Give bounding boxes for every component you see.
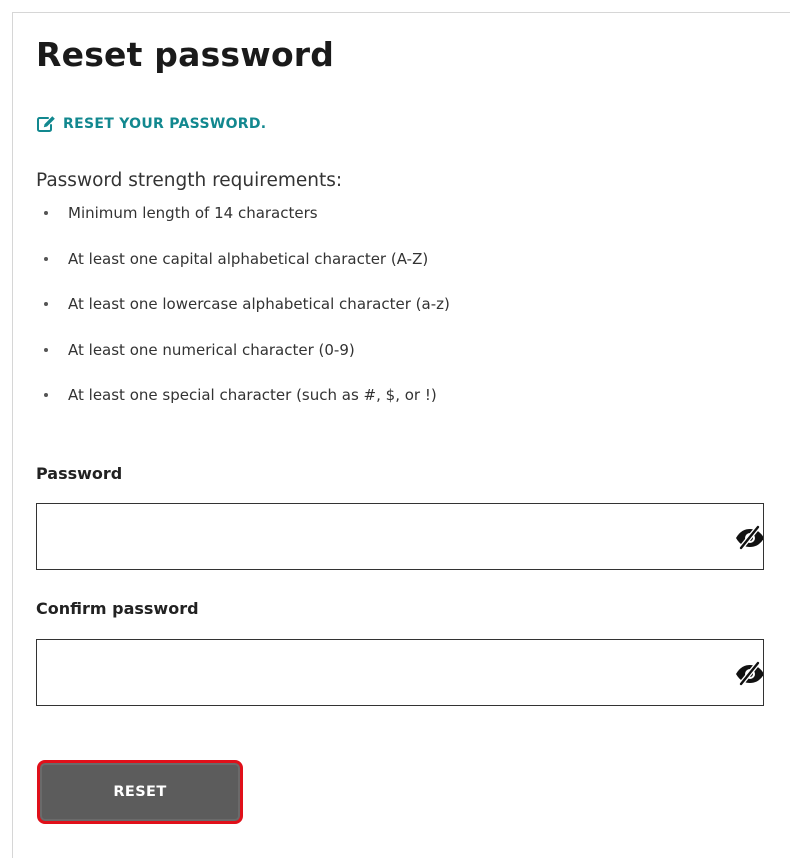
edit-icon xyxy=(36,115,56,133)
bullet xyxy=(44,393,48,397)
confirm-password-label: Confirm password xyxy=(36,599,199,618)
reset-button[interactable]: RESET xyxy=(37,760,243,824)
left-divider xyxy=(12,12,13,858)
requirement-item: At least one numerical character (0-9) xyxy=(36,338,450,384)
page-title: Reset password xyxy=(36,35,335,74)
requirement-item: At least one lowercase alphabetical char… xyxy=(36,292,450,338)
eye-slash-icon[interactable] xyxy=(733,525,763,551)
password-input[interactable] xyxy=(37,504,717,569)
requirement-item: Minimum length of 14 characters xyxy=(36,201,450,247)
bullet xyxy=(44,211,48,215)
password-field xyxy=(36,503,764,570)
eye-slash-icon[interactable] xyxy=(733,661,763,687)
requirement-text: At least one lowercase alphabetical char… xyxy=(68,295,450,313)
bullet xyxy=(44,302,48,306)
password-label: Password xyxy=(36,464,123,483)
reset-password-page: Reset password RESET YOUR PASSWORD. Pass… xyxy=(0,0,790,858)
confirm-password-field xyxy=(36,639,764,706)
requirement-item: At least one capital alphabetical charac… xyxy=(36,247,450,293)
confirm-password-input[interactable] xyxy=(37,640,717,705)
bullet xyxy=(44,347,48,352)
top-divider xyxy=(12,12,790,13)
requirement-text: At least one numerical character (0-9) xyxy=(68,340,355,359)
requirements-list: Minimum length of 14 characters At least… xyxy=(36,201,450,429)
requirement-text: Minimum length of 14 characters xyxy=(68,204,318,222)
bullet xyxy=(44,256,48,261)
requirement-text: At least one capital alphabetical charac… xyxy=(68,249,429,268)
instructions-heading: RESET YOUR PASSWORD. xyxy=(36,114,266,134)
instructions-heading-text: RESET YOUR PASSWORD. xyxy=(63,116,267,132)
requirement-item: At least one special character (such as … xyxy=(36,383,450,429)
requirement-text: At least one special character (such as … xyxy=(68,386,437,404)
requirements-title: Password strength requirements: xyxy=(36,170,343,191)
